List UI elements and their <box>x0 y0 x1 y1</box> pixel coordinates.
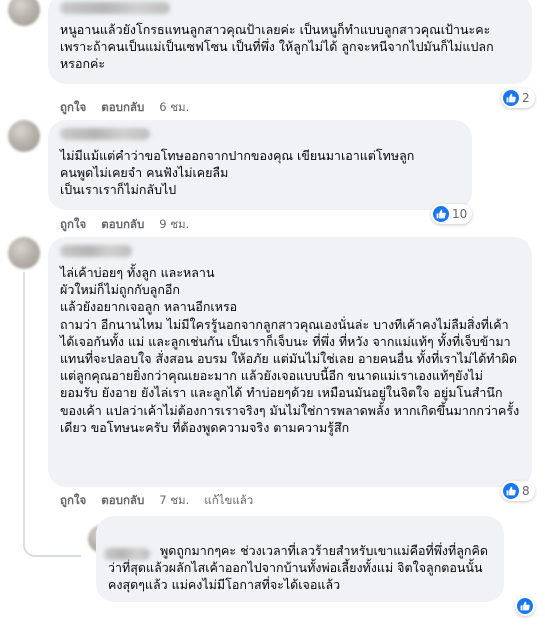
reply-link[interactable]: ตอบกลับ <box>101 99 144 117</box>
reaction-count[interactable]: 10 <box>431 204 473 224</box>
timestamp[interactable]: 9 ชม. <box>159 216 189 234</box>
author-name-redacted[interactable] <box>60 2 170 14</box>
like-link[interactable]: ถูกใจ <box>60 492 86 510</box>
comment-actions: ถูกใจ ตอบกลับ 6 ชม. <box>60 99 189 117</box>
reply-text: พูดถูกมากๆคะ ช่วงเวลาที่เลวร้ายสำหรับเขา… <box>108 543 488 593</box>
thumbs-up-icon <box>503 90 519 106</box>
reply-link[interactable]: ตอบกลับ <box>101 216 144 234</box>
comment-actions: ถูกใจ ตอบกลับ 7 ชม. แก้ไขแล้ว <box>60 492 253 510</box>
thumbs-up-icon <box>503 483 519 499</box>
comment-thread: หนูอานแล้วยังโกรธแทนลูกสาวคุณป้าเลยค่ะ เ… <box>0 0 545 627</box>
comment-bubble: ไล่เค้าบ่อยๆ ทั้งลูก และหลาน ผัวใหม่ก็ไม… <box>48 237 532 487</box>
avatar[interactable] <box>8 0 40 26</box>
timestamp[interactable]: 7 ชม. <box>159 492 189 510</box>
reaction-count[interactable]: 2 <box>501 88 535 108</box>
thumbs-up-icon <box>433 206 449 222</box>
reaction-count[interactable] <box>515 596 535 616</box>
reaction-number: 8 <box>522 484 530 498</box>
avatar[interactable] <box>8 237 40 269</box>
comment-actions: ถูกใจ ตอบกลับ 9 ชม. <box>60 216 189 234</box>
edited-label[interactable]: แก้ไขแล้ว <box>204 492 253 510</box>
comment-text: หนูอานแล้วยังโกรธแทนลูกสาวคุณป้าเลยค่ะ เ… <box>60 22 495 72</box>
reaction-count[interactable]: 8 <box>501 481 535 501</box>
author-name-redacted[interactable] <box>60 128 150 140</box>
reaction-number: 10 <box>452 207 468 221</box>
like-link[interactable]: ถูกใจ <box>60 99 86 117</box>
comment-text: ไม่มีแม้แต่คำว่าขอโทษออกจากปากของคุณ เขี… <box>60 148 415 198</box>
author-name-redacted[interactable] <box>104 548 150 560</box>
reply-link[interactable]: ตอบกลับ <box>101 492 144 510</box>
comment-bubble: ไม่มีแม้แต่คำว่าขอโทษออกจากปากของคุณ เขี… <box>48 120 472 210</box>
comment-bubble: หนูอานแล้วยังโกรธแทนลูกสาวคุณป้าเลยค่ะ เ… <box>48 0 532 84</box>
avatar[interactable] <box>8 120 40 152</box>
reaction-number: 2 <box>522 91 530 105</box>
comment-text: ไล่เค้าบ่อยๆ ทั้งลูก และหลาน ผัวใหม่ก็ไม… <box>60 265 520 435</box>
reply-bubble: พูดถูกมากๆคะ ช่วงเวลาที่เลวร้ายสำหรับเขา… <box>96 516 504 602</box>
timestamp[interactable]: 6 ชม. <box>159 99 189 117</box>
like-link[interactable]: ถูกใจ <box>60 216 86 234</box>
author-name-redacted[interactable] <box>60 245 132 257</box>
thumbs-up-icon <box>517 598 533 614</box>
